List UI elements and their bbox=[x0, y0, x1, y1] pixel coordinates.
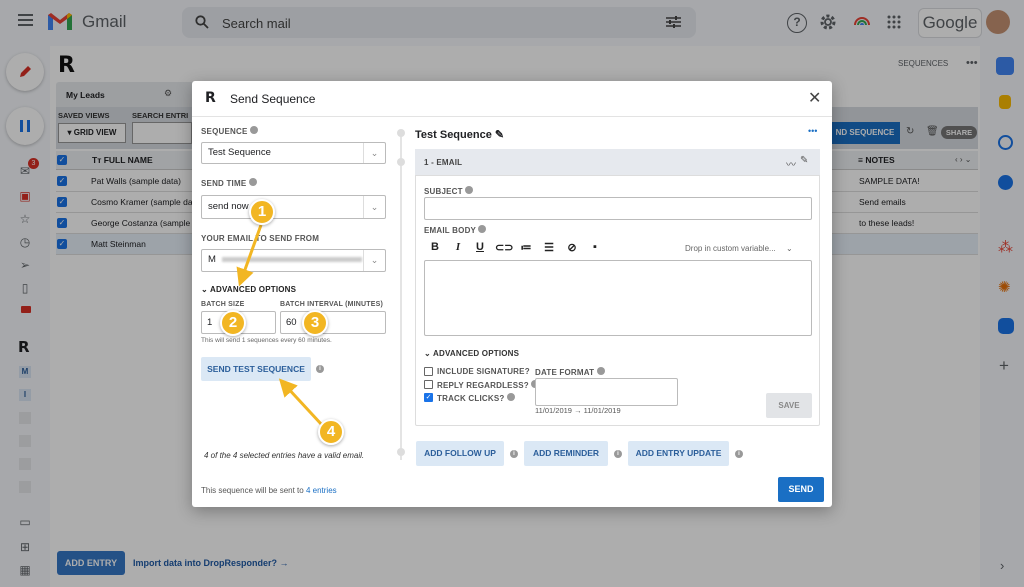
callout-4: 4 bbox=[318, 419, 344, 445]
annotation-arrows bbox=[236, 224, 324, 427]
callout-1: 1 bbox=[249, 199, 275, 225]
callout-3: 3 bbox=[302, 310, 328, 336]
callout-2: 2 bbox=[220, 310, 246, 336]
arrow-1 bbox=[236, 224, 263, 287]
arrow-4 bbox=[278, 378, 324, 427]
